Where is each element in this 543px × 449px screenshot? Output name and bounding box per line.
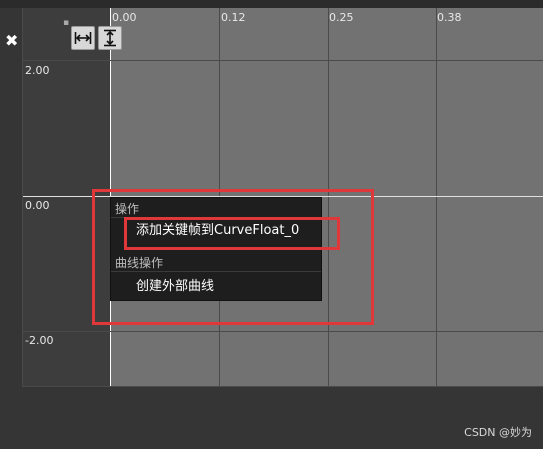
menu-divider — [111, 217, 321, 218]
fit-horizontal-icon — [74, 32, 92, 44]
y-tick-label: 0.00 — [25, 199, 50, 212]
fit-horizontal-button[interactable] — [71, 26, 95, 50]
handle-dot: ▪ — [63, 18, 70, 28]
grid-line-x — [328, 8, 329, 386]
x-tick-label: 0.25 — [329, 11, 354, 24]
menu-divider — [111, 271, 321, 272]
fit-vertical-icon — [104, 29, 116, 47]
close-icon[interactable]: ✖ — [5, 31, 21, 51]
menu-section-header: 曲线操作 — [115, 256, 164, 270]
fit-vertical-button[interactable] — [98, 26, 122, 50]
y-tick-label: 2.00 — [25, 64, 50, 77]
grid-line-x — [436, 8, 437, 386]
add-keyframe-menu-item[interactable]: 添加关键帧到CurveFloat_0 — [136, 223, 299, 239]
x-tick-label: 0.38 — [437, 11, 462, 24]
x-tick-label: 0.12 — [221, 11, 246, 24]
grid-line-y — [23, 331, 543, 332]
context-menu: 操作 添加关键帧到CurveFloat_0 曲线操作 创建外部曲线 — [110, 197, 322, 301]
x-tick-label: 0.00 — [112, 11, 137, 24]
watermark-text: CSDN @妙为 — [464, 426, 532, 439]
top-bar — [0, 0, 543, 8]
y-tick-label: -2.00 — [25, 334, 54, 347]
create-external-curve-menu-item[interactable]: 创建外部曲线 — [136, 279, 214, 295]
menu-section-header: 操作 — [115, 202, 140, 216]
grid-line-y — [23, 60, 543, 61]
